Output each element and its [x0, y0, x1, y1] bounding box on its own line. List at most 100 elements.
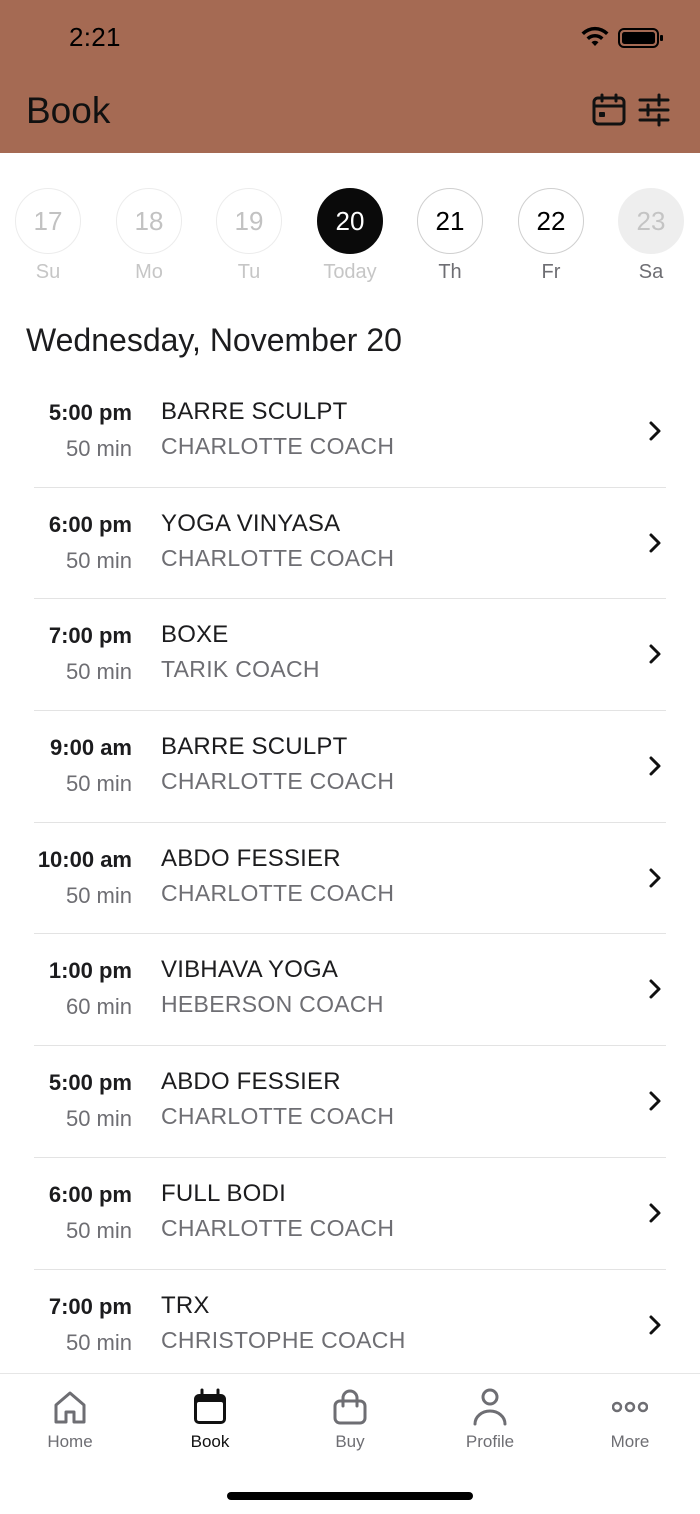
day-number: 18: [116, 188, 182, 254]
day-17[interactable]: 17 Su: [3, 188, 93, 284]
class-coach: CHARLOTTE COACH: [161, 544, 395, 571]
class-row[interactable]: 7:00 pm 50 min BOXE TARIK COACH: [34, 599, 666, 712]
chevron-right-icon: [649, 1091, 661, 1111]
class-coach: CHARLOTTE COACH: [161, 1103, 395, 1130]
class-name: FULL BODI: [161, 1179, 286, 1207]
battery-icon: [618, 28, 663, 48]
class-duration: 50 min: [65, 882, 132, 908]
class-time: 5:00 pm: [48, 1070, 132, 1096]
status-bar-time: 2:21: [69, 22, 121, 52]
class-coach: CHARLOTTE COACH: [161, 1214, 395, 1241]
home-icon: [54, 1391, 86, 1424]
filter-button[interactable]: [637, 93, 671, 127]
class-row[interactable]: 1:00 pm 60 min VIBHAVA YOGA HEBERSON COA…: [34, 934, 666, 1047]
chevron-right-icon: [649, 868, 661, 888]
class-time: 9:00 am: [50, 735, 132, 761]
tab-profile[interactable]: Profile: [440, 1388, 540, 1452]
class-coach: HEBERSON COACH: [161, 991, 384, 1018]
class-name: TRX: [161, 1291, 210, 1319]
tab-book[interactable]: Book: [160, 1388, 260, 1452]
day-number: 22: [518, 188, 584, 254]
home-indicator: [227, 1492, 473, 1500]
class-time: 6:00 pm: [48, 511, 132, 537]
class-coach: CHRISTOPHE COACH: [161, 1326, 406, 1353]
tab-label: More: [610, 1432, 650, 1451]
day-number: 20: [317, 188, 383, 254]
class-duration: 50 min: [65, 771, 132, 797]
class-duration: 50 min: [65, 1217, 132, 1243]
chevron-right-icon: [649, 644, 661, 664]
day-21[interactable]: 21 Th: [405, 188, 495, 284]
class-time: 7:00 pm: [48, 623, 132, 649]
class-time: 6:00 pm: [48, 1181, 132, 1207]
class-duration: 50 min: [65, 1106, 132, 1132]
day-18[interactable]: 18 Mo: [104, 188, 194, 284]
class-row[interactable]: 10:00 am 50 min ABDO FESSIER CHARLOTTE C…: [34, 823, 666, 935]
chevron-right-icon: [649, 756, 661, 776]
day-19[interactable]: 19 Tu: [204, 188, 294, 284]
class-duration: 50 min: [65, 1329, 132, 1355]
class-name: BARRE SCULPT: [161, 398, 348, 425]
tab-buy[interactable]: Buy: [300, 1388, 400, 1452]
class-row[interactable]: 6:00 pm 50 min YOGA VINYASA CHARLOTTE CO…: [34, 488, 666, 600]
class-name: BOXE: [161, 621, 229, 649]
class-coach: CHARLOTTE COACH: [161, 879, 395, 906]
more-dots-icon: [612, 1401, 648, 1413]
day-label: Fr: [541, 261, 561, 283]
page-title: Book: [26, 90, 111, 131]
tab-more[interactable]: More: [580, 1388, 680, 1452]
class-time: 5:00 pm: [48, 400, 132, 425]
tab-label: Home: [47, 1432, 93, 1451]
selected-date-heading: Wednesday, November 20: [26, 322, 402, 358]
class-time: 7:00 pm: [48, 1293, 132, 1319]
chevron-right-icon: [649, 533, 661, 553]
person-icon: [473, 1388, 507, 1426]
tab-label: Profile: [465, 1432, 515, 1451]
class-name: YOGA VINYASA: [161, 509, 341, 537]
calendar-button[interactable]: [591, 93, 627, 127]
class-coach: CHARLOTTE COACH: [161, 768, 395, 795]
day-number: 17: [15, 188, 81, 254]
tab-home[interactable]: Home: [20, 1388, 120, 1452]
day-number: 21: [417, 188, 483, 254]
day-label: Tu: [237, 261, 261, 283]
class-coach: TARIK COACH: [161, 656, 320, 683]
day-23[interactable]: 23 Sa: [606, 188, 696, 284]
day-number: 19: [216, 188, 282, 254]
day-20[interactable]: 20 Today: [305, 188, 395, 284]
class-name: ABDO FESSIER: [161, 844, 341, 872]
class-duration: 50 min: [65, 659, 132, 685]
calendar-icon: [194, 1388, 226, 1424]
tab-label: Buy: [335, 1432, 365, 1451]
class-list: 5:00 pm 50 min BARRE SCULPT CHARLOTTE CO…: [0, 376, 700, 1373]
class-name: BARRE SCULPT: [161, 733, 348, 761]
app-header: 2:21 Book: [0, 0, 700, 153]
tab-label: Book: [190, 1432, 230, 1451]
day-label: Mo: [135, 261, 163, 283]
class-row[interactable]: 9:00 am 50 min BARRE SCULPT CHARLOTTE CO…: [34, 711, 666, 823]
class-name: VIBHAVA YOGA: [161, 956, 339, 984]
class-coach: CHARLOTTE COACH: [161, 433, 395, 459]
class-duration: 60 min: [65, 994, 132, 1020]
class-time: 1:00 pm: [48, 958, 132, 984]
wifi-icon: [581, 26, 609, 46]
class-row[interactable]: 6:00 pm 50 min FULL BODI CHARLOTTE COACH: [34, 1158, 666, 1270]
class-row[interactable]: 5:00 pm 50 min BARRE SCULPT CHARLOTTE CO…: [34, 376, 666, 488]
day-label: Sa: [638, 261, 664, 283]
chevron-right-icon: [649, 421, 661, 441]
day-picker: 17 Su 18 Mo 19 Tu 20 Today 21 Th 22 Fr 2…: [0, 188, 700, 288]
class-duration: 50 min: [65, 436, 132, 461]
day-label: Th: [438, 261, 462, 283]
class-time: 10:00 am: [37, 846, 132, 872]
class-row[interactable]: 5:00 pm 50 min ABDO FESSIER CHARLOTTE CO…: [34, 1046, 666, 1158]
day-number: 23: [618, 188, 684, 254]
day-label: Su: [35, 261, 61, 283]
chevron-right-icon: [649, 979, 661, 999]
class-duration: 50 min: [65, 547, 132, 573]
shopping-bag-icon: [333, 1389, 367, 1425]
day-22[interactable]: 22 Fr: [506, 188, 596, 284]
day-label: Today: [323, 261, 377, 283]
chevron-right-icon: [649, 1315, 661, 1334]
class-row[interactable]: 7:00 pm 50 min TRX CHRISTOPHE COACH: [34, 1270, 666, 1374]
chevron-right-icon: [649, 1203, 661, 1223]
